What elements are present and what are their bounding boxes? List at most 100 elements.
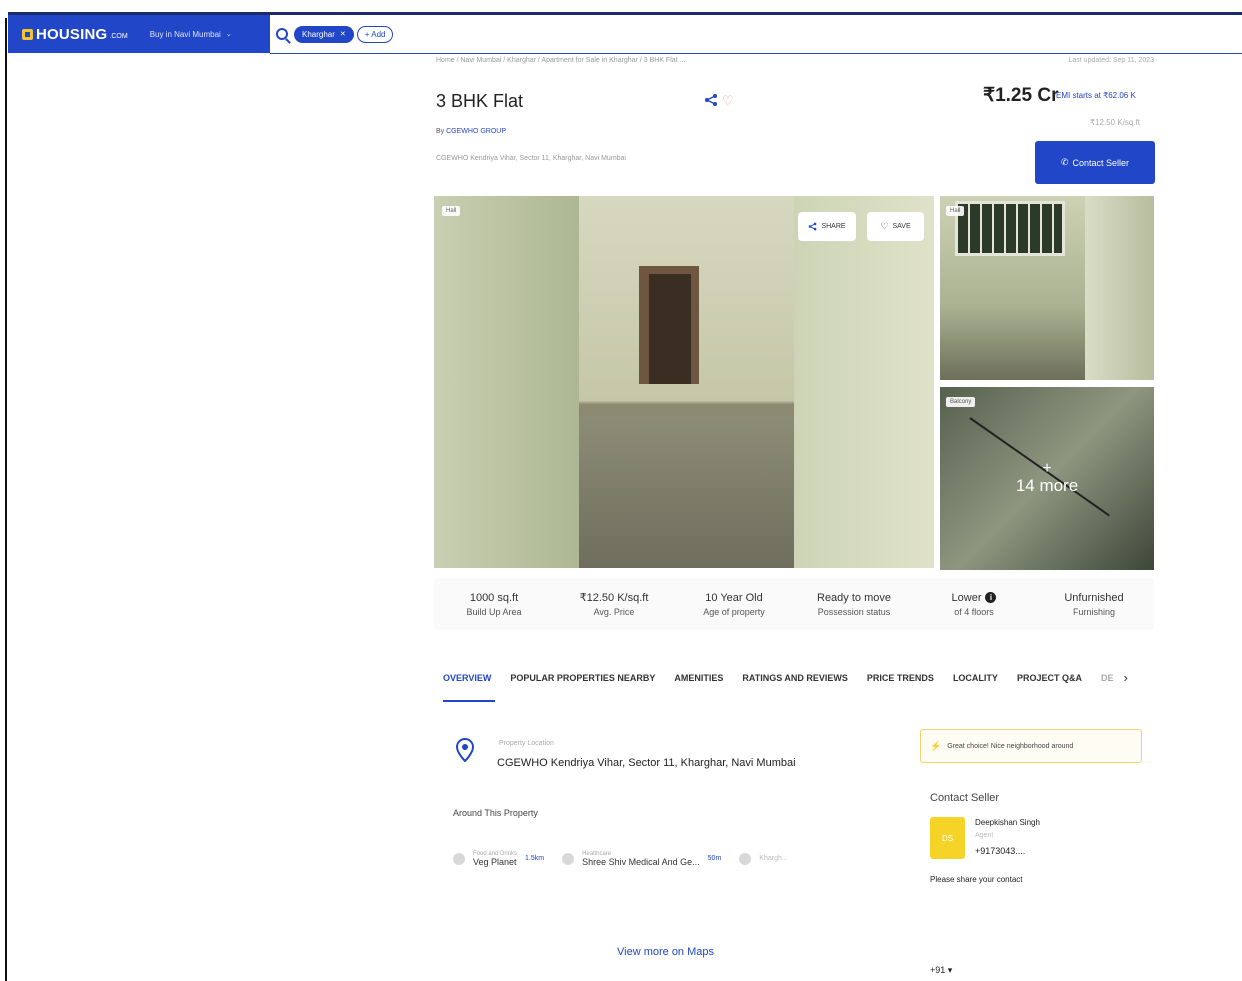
nearby-list: Food and Drinks Veg Planet 1.5km Healthc… xyxy=(453,840,868,877)
photo-door xyxy=(649,274,691,384)
active-tab-indicator xyxy=(443,700,495,702)
contact-seller-button[interactable]: ✆ Contact Seller xyxy=(1035,141,1155,184)
around-title: Around This Property xyxy=(453,808,538,818)
seller-phone[interactable]: +9173043.... xyxy=(975,846,1025,856)
stat-label: Avg. Price xyxy=(593,607,635,617)
stat-value: ₹12.50 K/sq.ft xyxy=(579,592,649,604)
contact-seller-label: Contact Seller xyxy=(1072,157,1130,168)
last-updated: Last updated: Sep 11, 2023 xyxy=(1068,57,1155,64)
builder-link[interactable]: CGEWHO GROUP xyxy=(446,128,506,135)
stat-value: Unfurnished xyxy=(1064,591,1124,604)
stat-furnishing: Unfurnished Furnishing xyxy=(1034,578,1154,630)
view-maps-link[interactable]: View more on Maps xyxy=(617,946,714,958)
housing-logo[interactable]: HOUSING .COM xyxy=(22,26,128,43)
stat-age: 10 Year Old Age of property xyxy=(674,578,794,630)
nearby-item[interactable]: Healthcare Shree Shiv Medical And Ge... … xyxy=(562,851,721,867)
nearby-item[interactable]: Khargh... xyxy=(739,852,788,865)
nearby-name: Veg Planet xyxy=(473,856,517,867)
price-per-sqft: ₹12.50 K/sq.ft xyxy=(1090,118,1141,127)
window-edge xyxy=(5,18,7,981)
phone-icon: ✆ xyxy=(1060,157,1069,167)
property-stats: 1000 sq.ft Build Up Area ₹12.50 K/sq.ft … xyxy=(434,578,1154,630)
tab-amenities[interactable]: AMENITIES xyxy=(674,673,723,683)
logo-icon xyxy=(22,28,33,40)
save-label: SAVE xyxy=(892,223,911,230)
logo-sub: .COM xyxy=(109,33,128,40)
heart-icon[interactable]: ♡ xyxy=(722,93,734,109)
stat-value: Lower xyxy=(951,591,982,604)
city-selector[interactable]: Buy in Navi Mumbai ⌄ xyxy=(150,30,232,39)
contact-title: Contact Seller xyxy=(930,792,1000,804)
stat-value: Ready to move xyxy=(817,591,891,604)
stat-possession: Ready to move Possession status xyxy=(794,578,914,630)
locality-chip[interactable]: Kharghar ✕ xyxy=(294,25,354,43)
share-contact-prompt: Please share your contact xyxy=(930,875,1023,884)
tab-popular-nearby[interactable]: POPULAR PROPERTIES NEARBY xyxy=(510,673,655,683)
tab-locality[interactable]: LOCALITY xyxy=(953,673,998,683)
healthcare-icon xyxy=(562,852,575,865)
stat-label: Age of property xyxy=(703,606,765,617)
section-tabs: OVERVIEW POPULAR PROPERTIES NEARBY AMENI… xyxy=(443,670,1128,685)
save-button[interactable]: ♡ SAVE xyxy=(867,212,924,241)
seller-name: Deepkishan Singh xyxy=(975,818,1040,827)
tab-ratings[interactable]: RATINGS AND REVIEWS xyxy=(742,673,848,683)
main-photo[interactable]: Hall xyxy=(434,196,934,568)
location-pin-icon xyxy=(456,738,474,762)
nearby-distance: 1.5km xyxy=(525,855,545,862)
country-code-select[interactable]: +91 ▾ xyxy=(930,965,952,976)
photo-wall-right xyxy=(794,196,934,568)
food-icon xyxy=(453,852,465,865)
nearby-name: Shree Shiv Medical And Ge... xyxy=(582,856,700,867)
stat-value: 10 Year Old xyxy=(705,591,763,604)
more-photos-overlay[interactable]: + 14 more xyxy=(940,387,1154,570)
nearby-distance: 50m xyxy=(707,855,722,862)
stat-value: 1000 sq.ft xyxy=(469,591,519,604)
add-locality-button[interactable]: + Add xyxy=(356,25,394,43)
location-value: CGEWHO Kendriya Vihar, Sector 11, Khargh… xyxy=(497,757,796,769)
close-icon[interactable]: ✕ xyxy=(340,30,346,38)
bolt-icon: ⚡ xyxy=(930,740,942,751)
avatar: DS xyxy=(930,817,965,859)
side-photo-1[interactable]: Hall xyxy=(940,196,1154,380)
top-header: HOUSING .COM Buy in Navi Mumbai ⌄ xyxy=(8,15,270,53)
seller-role: Agent xyxy=(975,832,994,839)
share-icon xyxy=(809,222,817,231)
place-icon xyxy=(739,852,752,865)
chevron-down-icon: ⌄ xyxy=(225,31,232,38)
tab-price-trends[interactable]: PRICE TRENDS xyxy=(867,673,934,683)
tab-truncated[interactable]: DE xyxy=(1101,673,1114,683)
photo-tag: Hall xyxy=(946,206,965,216)
photo-tag: Hall xyxy=(442,206,461,216)
heart-icon: ♡ xyxy=(880,221,889,231)
stat-area: 1000 sq.ft Build Up Area xyxy=(434,578,554,630)
city-label: Buy in Navi Mumbai xyxy=(149,29,221,39)
price: ₹1.25 Cr xyxy=(983,85,1059,106)
nearby-name: Khargh... xyxy=(759,855,788,862)
stat-floor-row: Lower i xyxy=(952,592,997,604)
tab-overview[interactable]: OVERVIEW xyxy=(443,673,491,683)
tab-project-qa[interactable]: PROJECT Q&A xyxy=(1017,673,1082,683)
address-line: CGEWHO Kendriya Vihar, Sector 11, Khargh… xyxy=(436,155,626,162)
builder-line: By CGEWHO GROUP xyxy=(436,128,506,135)
breadcrumb[interactable]: Home / Navi Mumbai / Kharghar / Apartmen… xyxy=(436,57,685,64)
nearby-item[interactable]: Food and Drinks Veg Planet 1.5km xyxy=(453,851,544,867)
info-icon[interactable]: i xyxy=(985,592,997,604)
chevron-right-icon[interactable]: › xyxy=(1123,670,1127,685)
search-bar[interactable]: Kharghar ✕ + Add xyxy=(270,15,1242,54)
photo-wall-left xyxy=(434,196,579,568)
location-label: Property Location xyxy=(499,740,554,747)
by-label: By xyxy=(436,128,445,135)
page-title: 3 BHK Flat xyxy=(436,91,524,111)
more-photos-label: 14 more xyxy=(1015,475,1079,495)
photo-window xyxy=(955,201,1065,256)
share-icon[interactable] xyxy=(704,93,718,107)
stat-floor: Lower i of 4 floors xyxy=(914,578,1034,630)
chip-label: Kharghar xyxy=(302,29,335,39)
stat-label: Build Up Area xyxy=(466,606,522,617)
search-icon[interactable] xyxy=(276,28,288,40)
share-button[interactable]: SHARE xyxy=(798,212,856,241)
stat-label: Furnishing xyxy=(1072,606,1116,617)
stat-label: Possession status xyxy=(817,606,891,617)
photo-side-door xyxy=(1085,196,1154,380)
emi-link[interactable]: EMI starts at ₹62.06 K xyxy=(1056,91,1136,100)
